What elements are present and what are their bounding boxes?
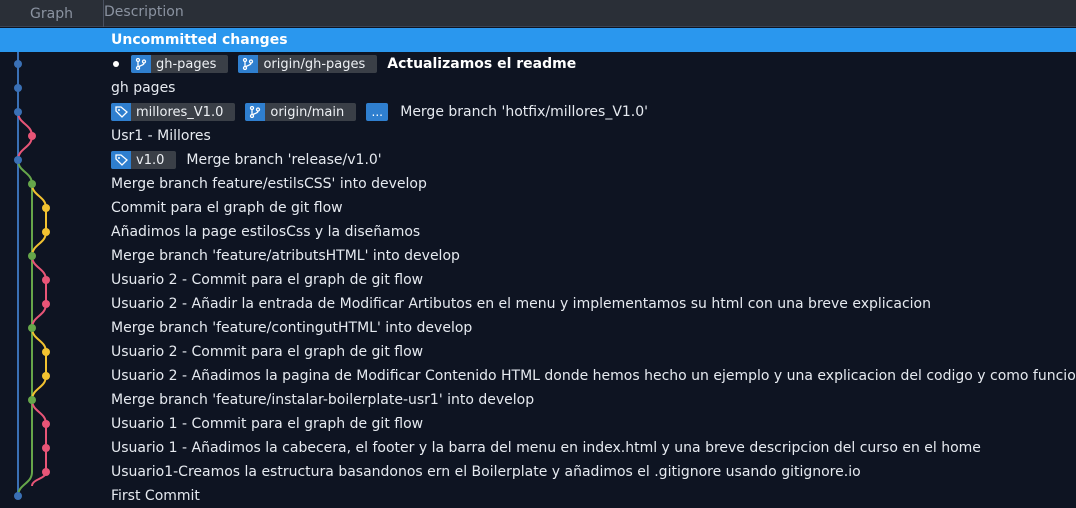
commit-message: Usuario 1 - Añadimos la cabecera, el foo… [111, 440, 981, 456]
commit-row[interactable]: Commit para el graph de git flow [0, 196, 1076, 220]
commit-description: Merge branch 'feature/instalar-boilerpla… [111, 388, 534, 412]
branch-label[interactable]: origin/gh-pages [238, 55, 378, 73]
column-header: Graph Description [0, 0, 1076, 27]
commit-row[interactable]: Usr1 - Millores [0, 124, 1076, 148]
commit-description: Usr1 - Millores [111, 124, 211, 148]
commit-row[interactable]: Usuario 2 - Añadir la entrada de Modific… [0, 292, 1076, 316]
commit-message: Usuario1-Creamos la estructura basandono… [111, 464, 861, 480]
commit-description: millores_V1.0 origin/main... Merge branch … [111, 100, 648, 124]
commit-description: First Commit [111, 484, 200, 508]
commit-description: Usuario1-Creamos la estructura basandono… [111, 460, 861, 484]
commit-row[interactable]: Merge branch feature/estilsCSS' into dev… [0, 172, 1076, 196]
commit-description: Usuario 1 - Añadimos la cabecera, el foo… [111, 436, 981, 460]
graph-column-header[interactable]: Graph [0, 0, 103, 27]
branch-icon [131, 55, 151, 73]
ref-name: origin/main [270, 104, 345, 120]
commit-description: gh-pages origin/gh-pages Actualizamos el r… [111, 52, 576, 76]
commit-description: Merge branch 'feature/atributsHTML' into… [111, 244, 460, 268]
commit-row[interactable]: Usuario 2 - Añadimos la pagina de Modifi… [0, 364, 1076, 388]
commit-row[interactable]: gh pages [0, 76, 1076, 100]
tag-label[interactable]: v1.0 [111, 151, 177, 169]
tag-label[interactable]: millores_V1.0 [111, 103, 236, 121]
ref-name: origin/gh-pages [263, 56, 366, 72]
branch-icon [238, 55, 259, 73]
branch-label[interactable]: gh-pages [131, 55, 229, 73]
head-indicator-icon [113, 61, 119, 67]
commit-description: Merge branch feature/estilsCSS' into dev… [111, 172, 427, 196]
commit-row[interactable]: Usuario 2 - Commit para el graph de git … [0, 268, 1076, 292]
branch-label[interactable]: origin/main [245, 103, 357, 121]
commit-row[interactable]: Usuario 1 - Commit para el graph de git … [0, 412, 1076, 436]
ref-name: gh-pages [156, 56, 217, 72]
commit-message: Merge branch 'release/v1.0' [186, 152, 382, 168]
more-refs-button[interactable]: ... [366, 103, 389, 121]
commit-message: Uncommitted changes [111, 32, 288, 48]
commit-message: Merge branch 'feature/instalar-boilerpla… [111, 392, 535, 408]
commit-message: gh pages [111, 80, 176, 96]
commit-message: Usuario 1 - Commit para el graph de git … [111, 416, 424, 432]
commit-row[interactable]: Usuario1-Creamos la estructura basandono… [0, 460, 1076, 484]
commit-description: Usuario 2 - Commit para el graph de git … [111, 268, 423, 292]
commit-message: Merge branch 'hotfix/millores_V1.0' [400, 104, 649, 120]
commit-description: Usuario 2 - Commit para el graph de git … [111, 340, 423, 364]
commit-description: v1.0 Merge branch 'release/v1.0' [111, 148, 382, 172]
commit-row[interactable]: gh-pages origin/gh-pages Actualizamos el r… [0, 52, 1076, 76]
commit-description: Usuario 1 - Commit para el graph de git … [111, 412, 423, 436]
commit-description: Commit para el graph de git flow [111, 196, 343, 220]
commit-row[interactable]: Uncommitted changes [0, 28, 1076, 52]
commit-description: gh pages [111, 76, 175, 100]
commit-description: Añadimos la page estilosCss y la diseñam… [111, 220, 420, 244]
commit-row[interactable]: Merge branch 'feature/contingutHTML' int… [0, 316, 1076, 340]
commit-message: Usuario 2 - Añadir la entrada de Modific… [111, 296, 931, 312]
commit-message: Actualizamos el readme [387, 56, 577, 72]
commit-message: Commit para el graph de git flow [111, 200, 343, 216]
commit-row[interactable]: Usuario 2 - Commit para el graph de git … [0, 340, 1076, 364]
commit-message: Merge branch 'feature/contingutHTML' int… [111, 320, 473, 336]
ref-name: millores_V1.0 [136, 104, 224, 120]
commit-message: Usuario 2 - Commit para el graph de git … [111, 272, 424, 288]
commit-message: First Commit [111, 488, 200, 504]
commit-row[interactable]: Usuario 1 - Añadimos la cabecera, el foo… [0, 436, 1076, 460]
commit-row[interactable]: Merge branch 'feature/instalar-boilerpla… [0, 388, 1076, 412]
ref-name: v1.0 [136, 152, 165, 168]
commit-message: Usuario 2 - Commit para el graph de git … [111, 344, 424, 360]
commit-message: Añadimos la page estilosCss y la diseñam… [111, 224, 421, 240]
commit-message: Usuario 2 - Añadimos la pagina de Modifi… [111, 368, 1076, 384]
commit-message: Usr1 - Millores [111, 128, 211, 144]
commit-description: Usuario 2 - Añadimos la pagina de Modifi… [111, 364, 1076, 388]
commit-description: Usuario 2 - Añadir la entrada de Modific… [111, 292, 931, 316]
commit-row[interactable]: millores_V1.0 origin/main... Merge branch … [0, 100, 1076, 124]
commit-row[interactable]: v1.0 Merge branch 'release/v1.0' [0, 148, 1076, 172]
commit-description: Uncommitted changes [111, 28, 288, 52]
commit-row[interactable]: Merge branch 'feature/atributsHTML' into… [0, 244, 1076, 268]
description-column-header[interactable]: Description [104, 0, 1076, 24]
commit-message: Merge branch feature/estilsCSS' into dev… [111, 176, 427, 192]
tag-icon [111, 103, 131, 121]
commit-row[interactable]: Añadimos la page estilosCss y la diseñam… [0, 220, 1076, 244]
commit-message: Merge branch 'feature/atributsHTML' into… [111, 248, 460, 264]
commit-row[interactable]: First Commit [0, 484, 1076, 508]
tag-icon [111, 151, 131, 169]
branch-icon [245, 103, 266, 121]
commit-description: Merge branch 'feature/contingutHTML' int… [111, 316, 472, 340]
